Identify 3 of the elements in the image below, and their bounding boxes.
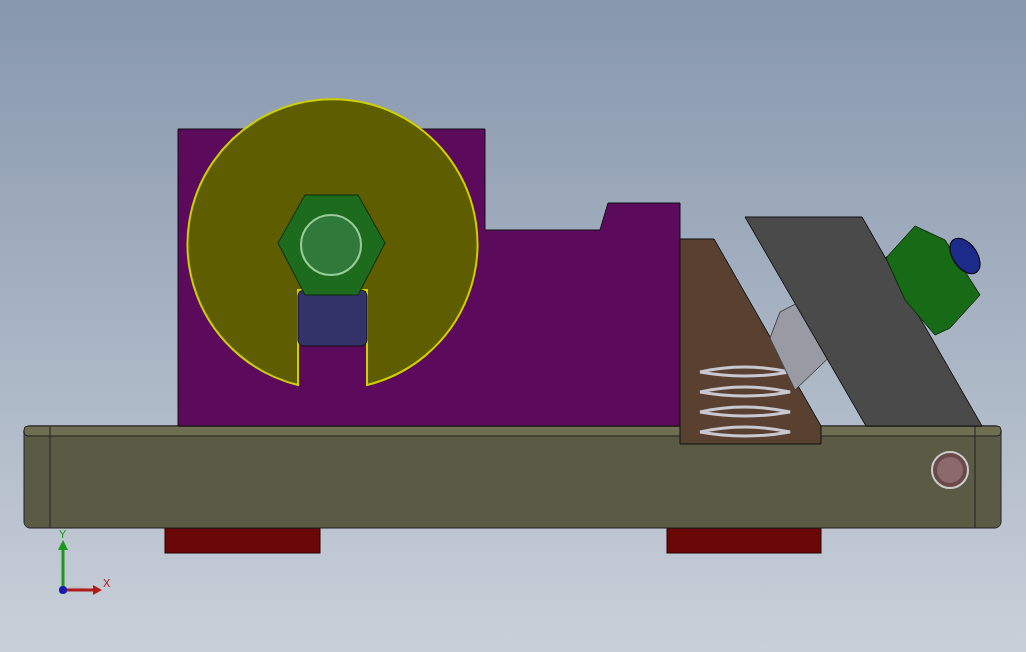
axis-triad-icon bbox=[58, 540, 102, 595]
x-axis-label: X bbox=[103, 577, 111, 589]
y-axis-label: Y bbox=[59, 528, 67, 540]
